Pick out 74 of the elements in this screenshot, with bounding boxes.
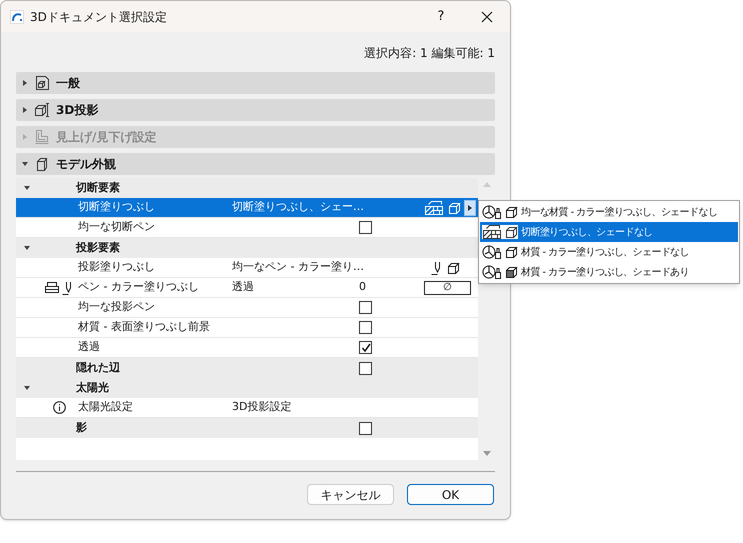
section-header[interactable]: モデル外観 [16, 153, 495, 175]
expand-arrow-icon [22, 80, 28, 86]
number-value: 0 [359, 279, 366, 296]
menu-item[interactable]: 均一な材質 - カラー塗りつぶし、シェードなし [480, 202, 738, 222]
help-button[interactable]: ? [418, 1, 464, 32]
pen-icon [431, 260, 443, 274]
palette-brush-icon [482, 245, 502, 259]
row-value: 均一なペン - カラー塗り… [232, 259, 364, 276]
tree-row[interactable]: 投影塗りつぶし 均一なペン - カラー塗り… [16, 258, 478, 278]
row-label: 投影塗りつぶし [78, 259, 155, 276]
row-value: 3D投影設定 [232, 399, 292, 416]
collapse-arrow-icon [22, 161, 28, 167]
group-label: 影 [76, 420, 87, 436]
menu-item[interactable]: 材質 - カラー塗りつぶし、シェードなし [480, 242, 738, 262]
section-icon [34, 156, 50, 172]
row-label: 均一な切断ペン [78, 219, 155, 236]
hatched-fill-icon [482, 225, 502, 239]
shaded-cube-icon [504, 265, 518, 279]
group-label: 切断要素 [76, 180, 120, 196]
pen-icon [62, 280, 74, 294]
group-label: 隠れた辺 [76, 360, 120, 376]
section-header[interactable]: 3D投影 [16, 99, 495, 121]
cube-icon [504, 225, 518, 239]
pen-swatch[interactable]: ∅ [424, 280, 471, 294]
section-icon [34, 129, 50, 145]
checkbox[interactable] [359, 321, 372, 334]
expand-arrow-icon [22, 107, 28, 113]
cube-icon [504, 205, 518, 219]
tree-row[interactable]: 材質 - 表面塗りつぶし前景 [16, 318, 478, 338]
tree-row[interactable]: 均一な切断ペン [16, 218, 478, 238]
row-value: 切断塗りつぶし、シェー… [232, 199, 364, 216]
section-icon [34, 75, 50, 91]
scroll-down-arrow-icon [482, 451, 490, 456]
menu-arrow-button[interactable] [464, 200, 476, 216]
cancel-button[interactable]: キャンセル [307, 484, 394, 505]
checkbox[interactable] [359, 221, 372, 234]
group-label: 太陽光 [76, 380, 109, 396]
app-logo-icon [10, 10, 24, 24]
palette-brush-icon [482, 205, 502, 219]
cube-icon [446, 260, 460, 274]
info-icon [53, 401, 66, 414]
printer-icon [43, 280, 61, 294]
ok-button[interactable]: OK [407, 484, 494, 505]
tree-row[interactable]: 切断塗りつぶし 切断塗りつぶし、シェー… [16, 198, 478, 218]
checkbox[interactable] [359, 422, 372, 434]
tree-row[interactable]: 均一な投影ペン [16, 298, 478, 318]
group-label: 投影要素 [76, 240, 120, 256]
row-label: 切断塗りつぶし [78, 199, 155, 216]
row-label: ペン - カラー塗りつぶし [78, 279, 199, 296]
row-label: 均一な投影ペン [78, 299, 155, 316]
selection-info: 選択内容: 1 編集可能: 1 [364, 45, 495, 62]
cube-icon [447, 200, 461, 214]
menu-item[interactable]: 切断塗りつぶし、シェードなし [480, 222, 738, 242]
menu-item[interactable]: 材質 - カラー塗りつぶし、シェードあり [480, 262, 738, 282]
expand-arrow-icon [22, 134, 28, 140]
row-label: 太陽光設定 [78, 399, 133, 416]
tree-row[interactable]: 透過 [16, 338, 478, 358]
section-icon [34, 102, 50, 118]
checkbox[interactable] [359, 341, 372, 354]
row-value: 透過 [232, 279, 254, 296]
tree-row[interactable]: 太陽光設定 3D投影設定 [16, 398, 478, 418]
checkbox[interactable] [359, 301, 372, 314]
section-header[interactable]: 一般 [16, 72, 495, 94]
palette-brush-icon [482, 265, 502, 279]
scroll-up-arrow-icon [482, 182, 490, 187]
cube-icon [504, 245, 518, 259]
window-title: 3Dドキュメント選択設定 [30, 8, 167, 26]
checkbox[interactable] [359, 362, 372, 374]
hatched-fill-icon [424, 200, 444, 214]
close-icon [481, 10, 493, 22]
row-label: 透過 [78, 339, 100, 356]
tree-row[interactable]: ペン - カラー塗りつぶし 透過 0 ∅ [16, 278, 478, 298]
caret-icon [468, 204, 472, 210]
row-label: 材質 - 表面塗りつぶし前景 [78, 319, 210, 336]
